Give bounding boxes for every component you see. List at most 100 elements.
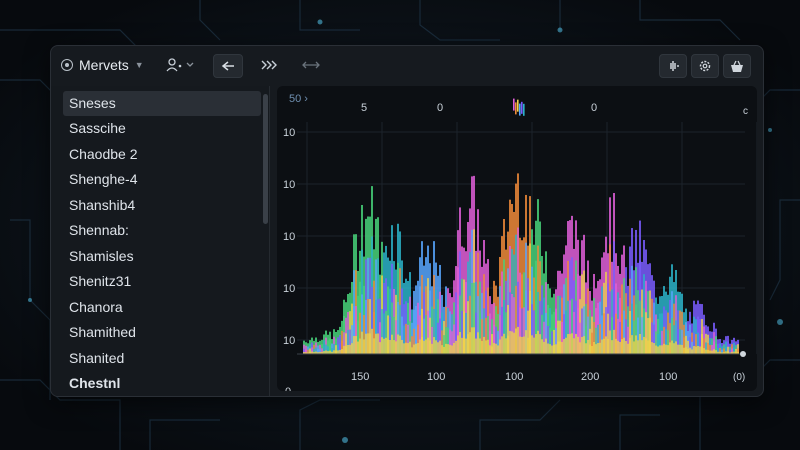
spectrum-bar	[693, 346, 695, 354]
spectrum-bar	[453, 342, 455, 354]
user-settings-button[interactable]	[161, 54, 201, 76]
spectrum-bar	[559, 341, 561, 354]
spectrum-bar	[345, 346, 347, 354]
spectrum-bar	[599, 342, 601, 354]
spectrum-bar	[655, 345, 657, 354]
spectrum-bar	[495, 343, 497, 354]
spectrum-bar	[675, 341, 677, 354]
sidebar-item[interactable]: Shamithed	[63, 320, 261, 345]
title-dropdown[interactable]: Mervets ▼	[61, 54, 151, 76]
basket-icon	[731, 60, 743, 72]
spectrum-bar	[401, 339, 403, 354]
peak-marker	[517, 99, 519, 112]
spectrum-bar	[697, 345, 699, 354]
sidebar-item[interactable]: Sneses	[63, 91, 261, 116]
spectrum-chart[interactable]: 50 › 5 0 0 c 10 10 10 10 10 0 150 100 10…	[277, 86, 757, 391]
spectrum-bar	[545, 338, 547, 354]
spectrum-bar	[549, 344, 551, 354]
sidebar-scrollbar[interactable]	[263, 94, 268, 224]
spectrum-bar	[653, 342, 655, 354]
spectrum-bar	[461, 337, 463, 354]
spectrum-bar	[575, 333, 577, 354]
spectrum-bar	[441, 345, 443, 354]
waveform-button[interactable]	[659, 54, 687, 78]
spectrum-bar	[497, 345, 499, 354]
chart-top-label: 5	[361, 102, 367, 114]
spectrum-bar	[701, 346, 703, 354]
spectrum-bar	[405, 342, 407, 354]
spectrum-bar	[587, 339, 589, 354]
spectrum-bar	[509, 330, 511, 354]
spectrum-bar	[533, 337, 535, 354]
spectrum-bar	[605, 336, 607, 354]
spectrum-bar	[503, 333, 505, 354]
spectrum-bar	[667, 345, 669, 354]
spectrum-bar	[663, 343, 665, 354]
spectrum-bar	[525, 330, 527, 354]
sidebar-item[interactable]: Shenghe-4	[63, 167, 261, 192]
spectrum-bar	[443, 346, 445, 354]
spectrum-bar	[499, 339, 501, 354]
spectrum-bar	[615, 338, 617, 354]
sidebar-item[interactable]: Sasscihe	[63, 116, 261, 141]
expand-button[interactable]	[299, 54, 323, 76]
spectrum-bar	[681, 344, 683, 354]
spectrum-bar	[437, 342, 439, 354]
spectrum-bar	[631, 335, 633, 354]
spectrum-bar	[373, 338, 375, 354]
spectrum-bar	[501, 336, 503, 354]
spectrum-bar	[695, 346, 697, 354]
sidebar-item[interactable]: Chanora	[63, 295, 261, 320]
sidebar-item[interactable]: Chaodbe 2	[63, 142, 261, 167]
sidebar-item[interactable]: Shenitz31	[63, 269, 261, 294]
spectrum-bar	[613, 329, 615, 354]
spectrum-bar	[511, 331, 513, 354]
sidebar-item[interactable]: Shamisles	[63, 244, 261, 269]
peak-marker	[521, 101, 523, 114]
spectrum-bar	[393, 340, 395, 354]
back-button[interactable]	[213, 54, 243, 78]
basket-button[interactable]	[723, 54, 751, 78]
spectrum-bar	[551, 345, 553, 354]
spectrum-bar	[463, 338, 465, 354]
spectrum-bar	[603, 338, 605, 354]
sidebar-item[interactable]: Shanshib4	[63, 193, 261, 218]
spectrum-bar	[535, 334, 537, 354]
sidebar-item[interactable]: Chestnl	[63, 371, 261, 396]
spectrum-bar	[677, 344, 679, 354]
y-axis-label: 10	[283, 231, 295, 243]
chart-end-handle[interactable]	[740, 351, 746, 357]
spectrum-bar	[567, 334, 569, 354]
x-axis-label: 100	[427, 371, 445, 383]
spectrum-bar	[591, 345, 593, 354]
spectrum-bar	[713, 349, 715, 354]
y-axis-label: 0	[285, 386, 291, 391]
spectrum-bar	[477, 332, 479, 354]
sidebar-item[interactable]: Shanited	[63, 346, 261, 371]
spectrum-bar	[385, 337, 387, 354]
spectrum-bar	[337, 350, 339, 354]
spectrum-bar	[617, 340, 619, 354]
settings-button[interactable]	[691, 54, 719, 78]
spectrum-bar	[431, 343, 433, 354]
spectrum-bar	[449, 344, 451, 354]
spectrum-bar	[581, 336, 583, 354]
spectrum-bar	[529, 330, 531, 354]
back-arrow-icon	[221, 61, 234, 71]
x-axis-label: 100	[505, 371, 523, 383]
fast-forward-button[interactable]	[257, 54, 281, 76]
spectrum-bar	[355, 336, 357, 354]
spectrum-bar	[363, 339, 365, 354]
spectrum-bar	[657, 346, 659, 354]
spectrum-bar	[475, 338, 477, 354]
spectrum-bar	[333, 350, 335, 354]
spectrum-bar	[325, 350, 327, 354]
spectrum-bar	[597, 343, 599, 354]
spectrum-bar	[577, 336, 579, 354]
spectrum-bar	[585, 343, 587, 354]
spectrum-bar	[595, 344, 597, 354]
spectrum-bar	[471, 327, 473, 354]
spectrum-bar	[379, 342, 381, 354]
fast-forward-icon	[261, 60, 277, 70]
sidebar-item[interactable]: Shennab:	[63, 218, 261, 243]
